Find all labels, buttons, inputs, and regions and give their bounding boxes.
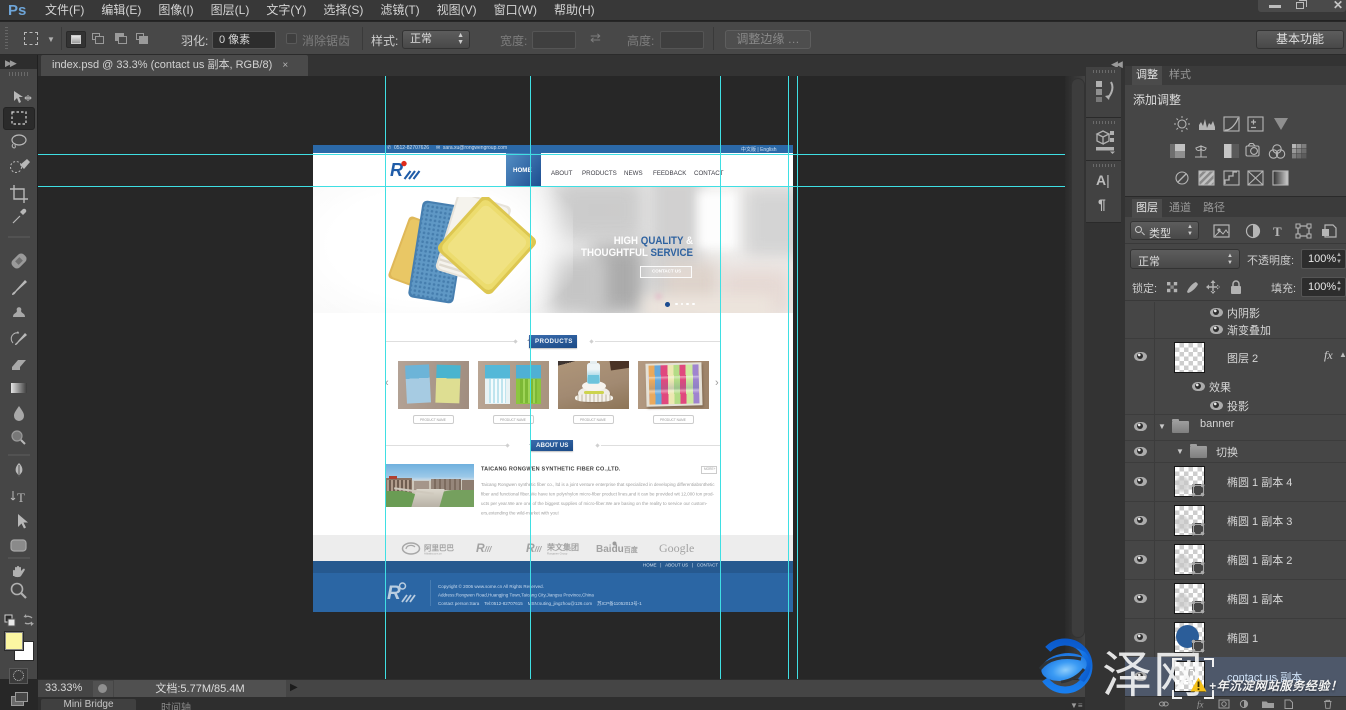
svg-text:R: R (390, 160, 403, 180)
svg-text:R///: R/// (476, 541, 492, 555)
svg-text:荣文集团: 荣文集团 (546, 542, 579, 552)
svg-text:fx: fx (1197, 700, 1204, 710)
svg-text:Baidu百度: Baidu百度 (596, 544, 639, 555)
svg-text:T: T (17, 490, 25, 505)
svg-text:Rongwen Group: Rongwen Group (547, 552, 568, 556)
svg-text:T: T (1273, 224, 1282, 239)
svg-text:Google: Google (659, 541, 694, 555)
svg-text:Alibaba.com.cn: Alibaba.com.cn (424, 552, 442, 556)
svg-text:R///: R/// (526, 541, 542, 555)
svg-text:阿里巴巴: 阿里巴巴 (424, 544, 454, 553)
